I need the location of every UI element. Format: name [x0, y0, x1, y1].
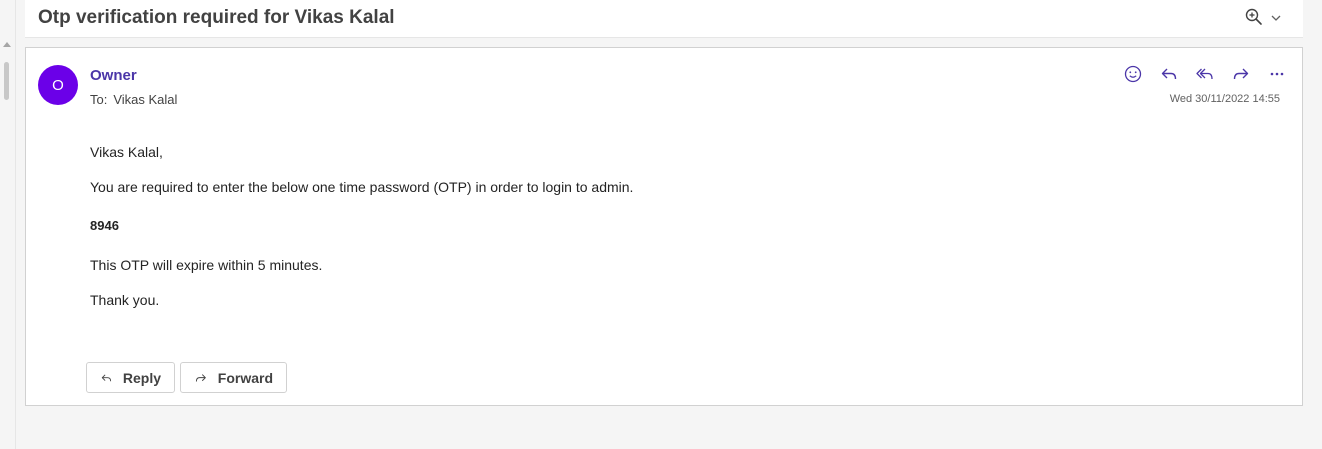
- scroll-up-arrow[interactable]: [3, 42, 11, 47]
- more-icon: [1270, 72, 1284, 76]
- zoom-in-icon[interactable]: [1244, 7, 1264, 27]
- to-label: To:: [90, 92, 108, 107]
- body-greeting: Vikas Kalal,: [90, 144, 163, 160]
- scrollbar-thumb[interactable]: [4, 62, 9, 100]
- body-expiry: This OTP will expire within 5 minutes.: [90, 257, 323, 273]
- reply-button[interactable]: Reply: [86, 362, 175, 393]
- mail-subject: Otp verification required for Vikas Kala…: [38, 7, 395, 28]
- emoji-button[interactable]: [1115, 62, 1151, 86]
- left-rail: [0, 0, 16, 449]
- recipient-name[interactable]: Vikas Kalal: [113, 92, 177, 107]
- forward-icon: [1233, 68, 1249, 80]
- mail-timestamp: Wed 30/11/2022 14:55: [1169, 93, 1280, 105]
- reply-action-button[interactable]: [1151, 62, 1187, 86]
- forward-button-label: Forward: [217, 369, 273, 386]
- emoji-icon: [1124, 65, 1142, 83]
- forward-button[interactable]: Forward: [180, 362, 287, 393]
- message-actions: [1115, 62, 1295, 86]
- forward-action-button[interactable]: [1223, 62, 1259, 86]
- otp-code: 8946: [90, 218, 119, 233]
- reply-icon: [101, 373, 112, 381]
- body-instruction: You are required to enter the below one …: [90, 179, 634, 195]
- reply-icon: [1161, 68, 1177, 80]
- reply-all-action-button[interactable]: [1187, 62, 1223, 86]
- sender-name[interactable]: Owner: [90, 67, 137, 84]
- body-signoff: Thank you.: [90, 292, 160, 308]
- avatar[interactable]: O: [38, 65, 78, 105]
- mail-card: O Owner To: Vikas Kalal Wed 30/11/2022 1…: [25, 47, 1303, 406]
- subject-bar: Otp verification required for Vikas Kala…: [25, 0, 1303, 38]
- chevron-down-icon[interactable]: [1270, 13, 1282, 23]
- forward-icon: [195, 373, 206, 381]
- reply-button-label: Reply: [122, 369, 161, 386]
- more-actions-button[interactable]: [1259, 62, 1295, 86]
- reply-all-icon: [1196, 68, 1213, 80]
- recipient-line: To: Vikas Kalal: [90, 92, 177, 107]
